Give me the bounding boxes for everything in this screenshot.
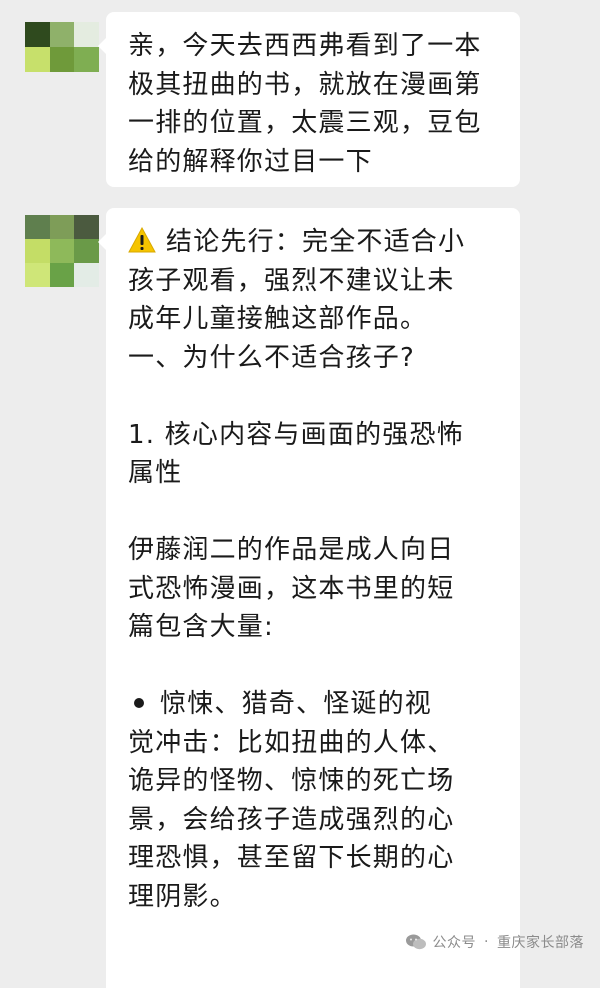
watermark-prefix: 公众号 xyxy=(432,935,477,951)
message-line: 属性 xyxy=(128,458,183,488)
message-line: 景，会给孩子造成强烈的心 xyxy=(128,804,455,835)
message-line: 极其扭曲的书，就放在漫画第 xyxy=(128,69,482,100)
message-text: 结论先行：完全不适合小 xyxy=(166,227,466,257)
message-line: 亲，今天去西西弗看到了一本 xyxy=(128,31,482,61)
message-line: 1. 核心内容与画面的强恐怖 xyxy=(128,419,464,450)
message-line: 孩子观看，强烈不建议让未 xyxy=(128,265,455,296)
watermark-name: 重庆家长部落 xyxy=(497,935,584,951)
watermark-separator: · xyxy=(484,934,489,950)
message-line: 理阴影。 xyxy=(128,881,237,912)
message-line: 给的解释你过目一下 xyxy=(128,146,373,177)
avatar[interactable] xyxy=(25,22,99,72)
warning-icon xyxy=(128,227,156,253)
message-line: 篇包含大量: xyxy=(128,612,274,642)
bullet-icon xyxy=(134,697,144,708)
avatar[interactable] xyxy=(25,215,99,287)
message-bubble: 结论先行：完全不适合小 孩子观看，强烈不建议让未 成年儿童接触这部作品。 一、为… xyxy=(98,208,520,988)
message-line: 觉冲击：比如扭曲的人体、 xyxy=(128,727,455,758)
message-line: 一排的位置，太震三观，豆包 xyxy=(128,108,482,138)
message-line: 伊藤润二的作品是成人向日 xyxy=(128,535,455,565)
message-line: 结论先行：完全不适合小 xyxy=(128,223,506,262)
message-line: 成年儿童接触这部作品。 xyxy=(128,304,428,334)
message-line: 理恐惧，甚至留下长期的心 xyxy=(128,843,455,873)
message-text: 惊悚、猎奇、怪诞的视 xyxy=(160,689,433,719)
watermark: 公众号 · 重庆家长部落 xyxy=(405,932,584,952)
wechat-icon xyxy=(405,934,426,950)
message-line: 诡异的怪物、惊悚的死亡场 xyxy=(128,766,455,796)
message-line: 惊悚、猎奇、怪诞的视 xyxy=(128,685,506,724)
message-line: 一、为什么不适合孩子? xyxy=(128,342,416,373)
message-line: 式恐怖漫画，这本书里的短 xyxy=(128,573,455,604)
message-bubble: 亲，今天去西西弗看到了一本 极其扭曲的书，就放在漫画第 一排的位置，太震三观，豆… xyxy=(98,12,520,187)
